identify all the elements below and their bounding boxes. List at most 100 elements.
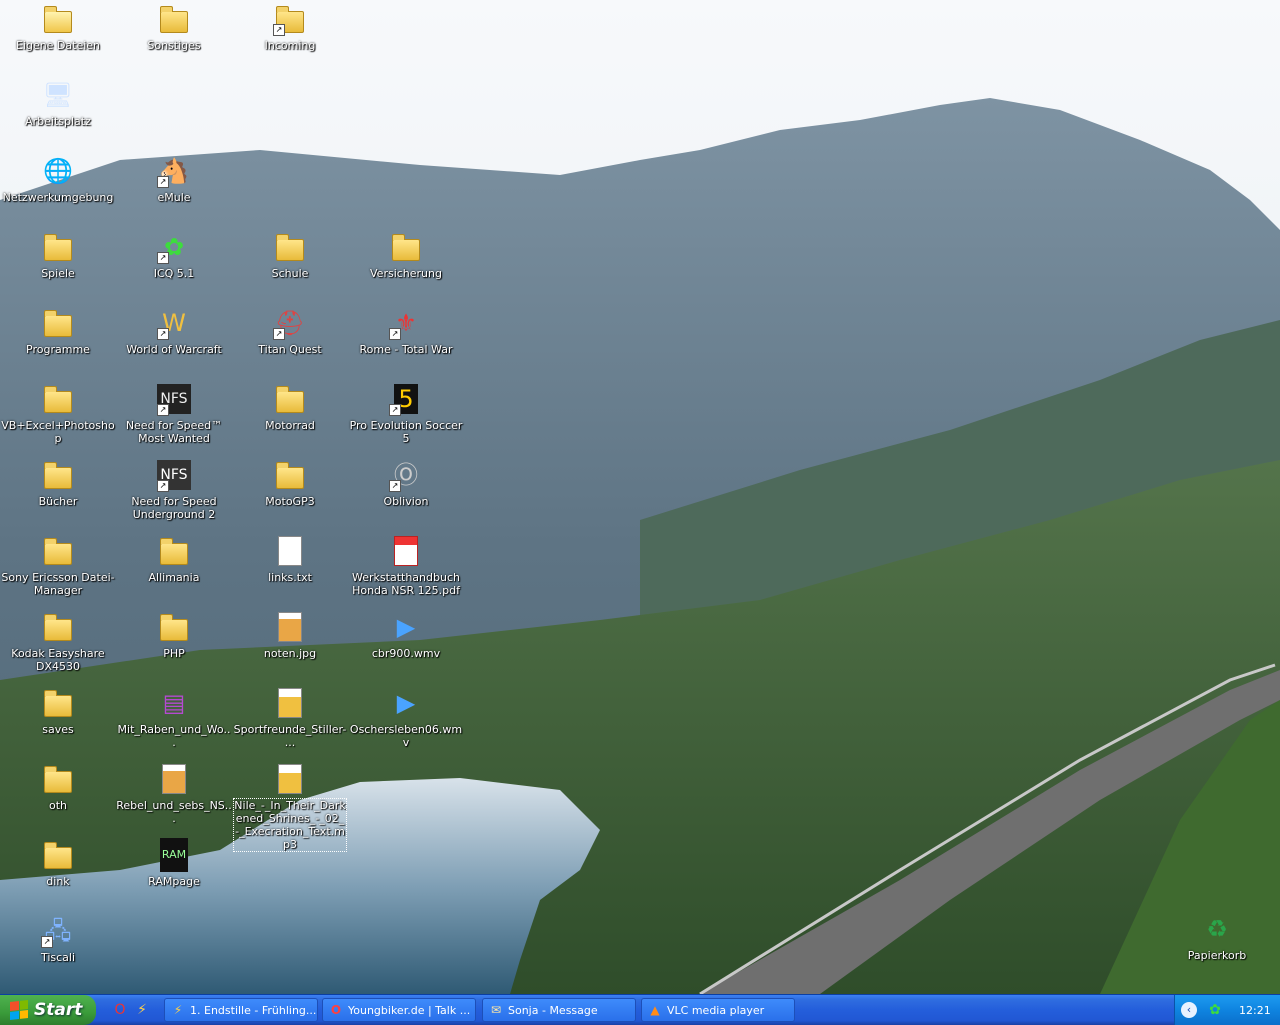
image-file-icon bbox=[162, 764, 186, 794]
task-vlc[interactable]: ▲ VLC media player bbox=[641, 998, 795, 1022]
desktop-icon[interactable]: Nile_-_In_Their_Darkened_Shrines_-_02_-_… bbox=[232, 762, 348, 852]
desktop-icon[interactable]: oth bbox=[0, 762, 116, 812]
desktop-icon[interactable]: Rebel_und_sebs_NS... bbox=[116, 762, 232, 825]
desktop-icon-label: Incoming bbox=[264, 39, 316, 52]
desktop-icon[interactable]: saves bbox=[0, 686, 116, 736]
desktop-icon-label: eMule bbox=[157, 191, 191, 204]
desktop-icon[interactable]: ▶ cbr900.wmv bbox=[348, 610, 464, 660]
start-label: Start bbox=[34, 1000, 83, 1020]
desktop-icon[interactable]: Spiele bbox=[0, 230, 116, 280]
desktop-icon[interactable]: ▶ Oschersleben06.wmv bbox=[348, 686, 464, 749]
quicklaunch-winamp-icon[interactable]: ⚡ bbox=[133, 1001, 151, 1019]
desktop-icon-label: saves bbox=[42, 723, 74, 736]
task-message[interactable]: ✉ Sonja - Message bbox=[482, 998, 636, 1022]
folder-icon bbox=[276, 386, 304, 413]
desktop-icon-label: Tiscali bbox=[40, 951, 76, 964]
vlc-icon: ▲ bbox=[650, 1003, 660, 1017]
desktop-icon[interactable]: 🐴 ↗ eMule bbox=[116, 154, 232, 204]
desktop-icon[interactable]: NFS ↗ Need for Speed Underground 2 bbox=[116, 458, 232, 521]
desktop-icon[interactable]: Ⓞ ↗ Oblivion bbox=[348, 458, 464, 508]
desktop-icon[interactable]: ⚜ ↗ Rome - Total War bbox=[348, 306, 464, 356]
desktop-icon[interactable]: Eigene Dateien bbox=[0, 2, 116, 52]
desktop-icon[interactable]: Werkstatthandbuch Honda NSR 125.pdf bbox=[348, 534, 464, 597]
folder-icon bbox=[276, 462, 304, 489]
text-file-icon bbox=[278, 536, 302, 566]
desktop-icon-label: VB+Excel+Photoshop bbox=[1, 419, 115, 445]
pdf-file-icon bbox=[394, 536, 418, 566]
desktop-icon[interactable]: noten.jpg bbox=[232, 610, 348, 660]
folder-icon bbox=[276, 234, 304, 261]
desktop-icon-label: World of Warcraft bbox=[126, 343, 222, 356]
desktop-icon[interactable]: 5 ↗ Pro Evolution Soccer 5 bbox=[348, 382, 464, 445]
desktop-icon-label: Nile_-_In_Their_Darkened_Shrines_-_02_-_… bbox=[233, 798, 347, 852]
shortcut-arrow-icon: ↗ bbox=[389, 404, 401, 416]
chevron-left-icon[interactable]: ‹ bbox=[1181, 1002, 1197, 1018]
desktop-icon[interactable]: dink bbox=[0, 838, 116, 888]
folder-icon bbox=[160, 6, 188, 33]
desktop-icon-label: Bücher bbox=[38, 495, 78, 508]
desktop-icon[interactable]: ⛑ ↗ Titan Quest bbox=[232, 306, 348, 356]
desktop-icon-label: Oblivion bbox=[383, 495, 429, 508]
desktop-icon[interactable]: W ↗ World of Warcraft bbox=[116, 306, 232, 356]
folder-icon bbox=[44, 386, 72, 413]
desktop[interactable]: Eigene Dateien Sonstiges ↗ Incoming 🖥 Arbeits… bbox=[0, 0, 1280, 994]
rampage-chip-icon: RAM bbox=[159, 838, 189, 872]
desktop-icon[interactable]: RAM RAMpage bbox=[116, 838, 232, 888]
desktop-icon[interactable]: PHP bbox=[116, 610, 232, 660]
desktop-icon[interactable]: Kodak Easyshare DX4530 bbox=[0, 610, 116, 673]
desktop-icon[interactable]: Schule bbox=[232, 230, 348, 280]
desktop-icon[interactable]: 🖧 ↗ Tiscali bbox=[0, 914, 116, 964]
desktop-icon-label: noten.jpg bbox=[263, 647, 317, 660]
desktop-icon-label: cbr900.wmv bbox=[371, 647, 441, 660]
desktop-icon[interactable]: Versicherung bbox=[348, 230, 464, 280]
folder-icon bbox=[44, 462, 72, 489]
desktop-icon-label: Sonstiges bbox=[147, 39, 201, 52]
recycle-bin[interactable]: ♻ Papierkorb bbox=[1159, 912, 1275, 962]
desktop-icon-label: dink bbox=[46, 875, 70, 888]
shortcut-arrow-icon: ↗ bbox=[389, 480, 401, 492]
audio-file-icon bbox=[278, 688, 302, 718]
winamp-icon: ⚡ bbox=[173, 1003, 183, 1017]
folder-icon bbox=[44, 234, 72, 261]
folder-icon bbox=[44, 310, 72, 337]
desktop-icon[interactable]: Sonstiges bbox=[116, 2, 232, 52]
desktop-icon[interactable]: Bücher bbox=[0, 458, 116, 508]
shortcut-arrow-icon: ↗ bbox=[273, 328, 285, 340]
desktop-icon-label: Spiele bbox=[41, 267, 75, 280]
desktop-icon[interactable]: NFS ↗ Need for Speed™ Most Wanted bbox=[116, 382, 232, 445]
desktop-icon[interactable]: Sportfreunde_Stiller-... bbox=[232, 686, 348, 749]
desktop-icon-label: Pro Evolution Soccer 5 bbox=[349, 419, 463, 445]
task-winamp[interactable]: ⚡ 1. Endstille - Frühling... bbox=[164, 998, 318, 1022]
desktop-icon-label: Sportfreunde_Stiller-... bbox=[233, 723, 347, 749]
desktop-icon[interactable]: ▤ Mit_Raben_und_Wo... bbox=[116, 686, 232, 749]
desktop-icon[interactable]: 🌐 Netzwerkumgebung bbox=[0, 154, 116, 204]
messenger-icon: ✉ bbox=[490, 1003, 502, 1017]
shortcut-arrow-icon: ↗ bbox=[157, 252, 169, 264]
taskbar: Start O ⚡ ⚡ 1. Endstille - Frühling... O… bbox=[0, 994, 1280, 1025]
desktop-icon[interactable]: Sony Ericsson Datei-Manager bbox=[0, 534, 116, 597]
media-player-icon: ▶ bbox=[396, 613, 416, 641]
desktop-icon-label: Arbeitsplatz bbox=[25, 115, 91, 128]
desktop-icon-label: RAMpage bbox=[148, 875, 200, 888]
media-player-icon: ▶ bbox=[396, 689, 416, 717]
shortcut-arrow-icon: ↗ bbox=[157, 328, 169, 340]
folder-icon bbox=[392, 234, 420, 261]
quicklaunch-opera-icon[interactable]: O bbox=[111, 1001, 129, 1019]
desktop-icon[interactable]: Programme bbox=[0, 306, 116, 356]
clock[interactable]: 12:21 bbox=[1239, 1004, 1271, 1017]
opera-icon: O bbox=[330, 1003, 342, 1017]
desktop-icon[interactable]: Allimania bbox=[116, 534, 232, 584]
start-button[interactable]: Start bbox=[0, 995, 96, 1025]
desktop-icon[interactable]: MotoGP3 bbox=[232, 458, 348, 508]
desktop-icon-label: Titan Quest bbox=[258, 343, 322, 356]
desktop-icon-label: Schule bbox=[271, 267, 309, 280]
folder-icon bbox=[44, 766, 72, 793]
desktop-icon[interactable]: links.txt bbox=[232, 534, 348, 584]
task-opera[interactable]: O Youngbiker.de | Talk ... bbox=[322, 998, 476, 1022]
desktop-icon[interactable]: ✿ ↗ ICQ 5.1 bbox=[116, 230, 232, 280]
icq-flower-icon[interactable]: ✿ bbox=[1207, 1002, 1223, 1018]
desktop-icon[interactable]: VB+Excel+Photoshop bbox=[0, 382, 116, 445]
desktop-icon[interactable]: 🖥 Arbeitsplatz bbox=[0, 78, 116, 128]
desktop-icon[interactable]: ↗ Incoming bbox=[232, 2, 348, 52]
desktop-icon[interactable]: Motorrad bbox=[232, 382, 348, 432]
